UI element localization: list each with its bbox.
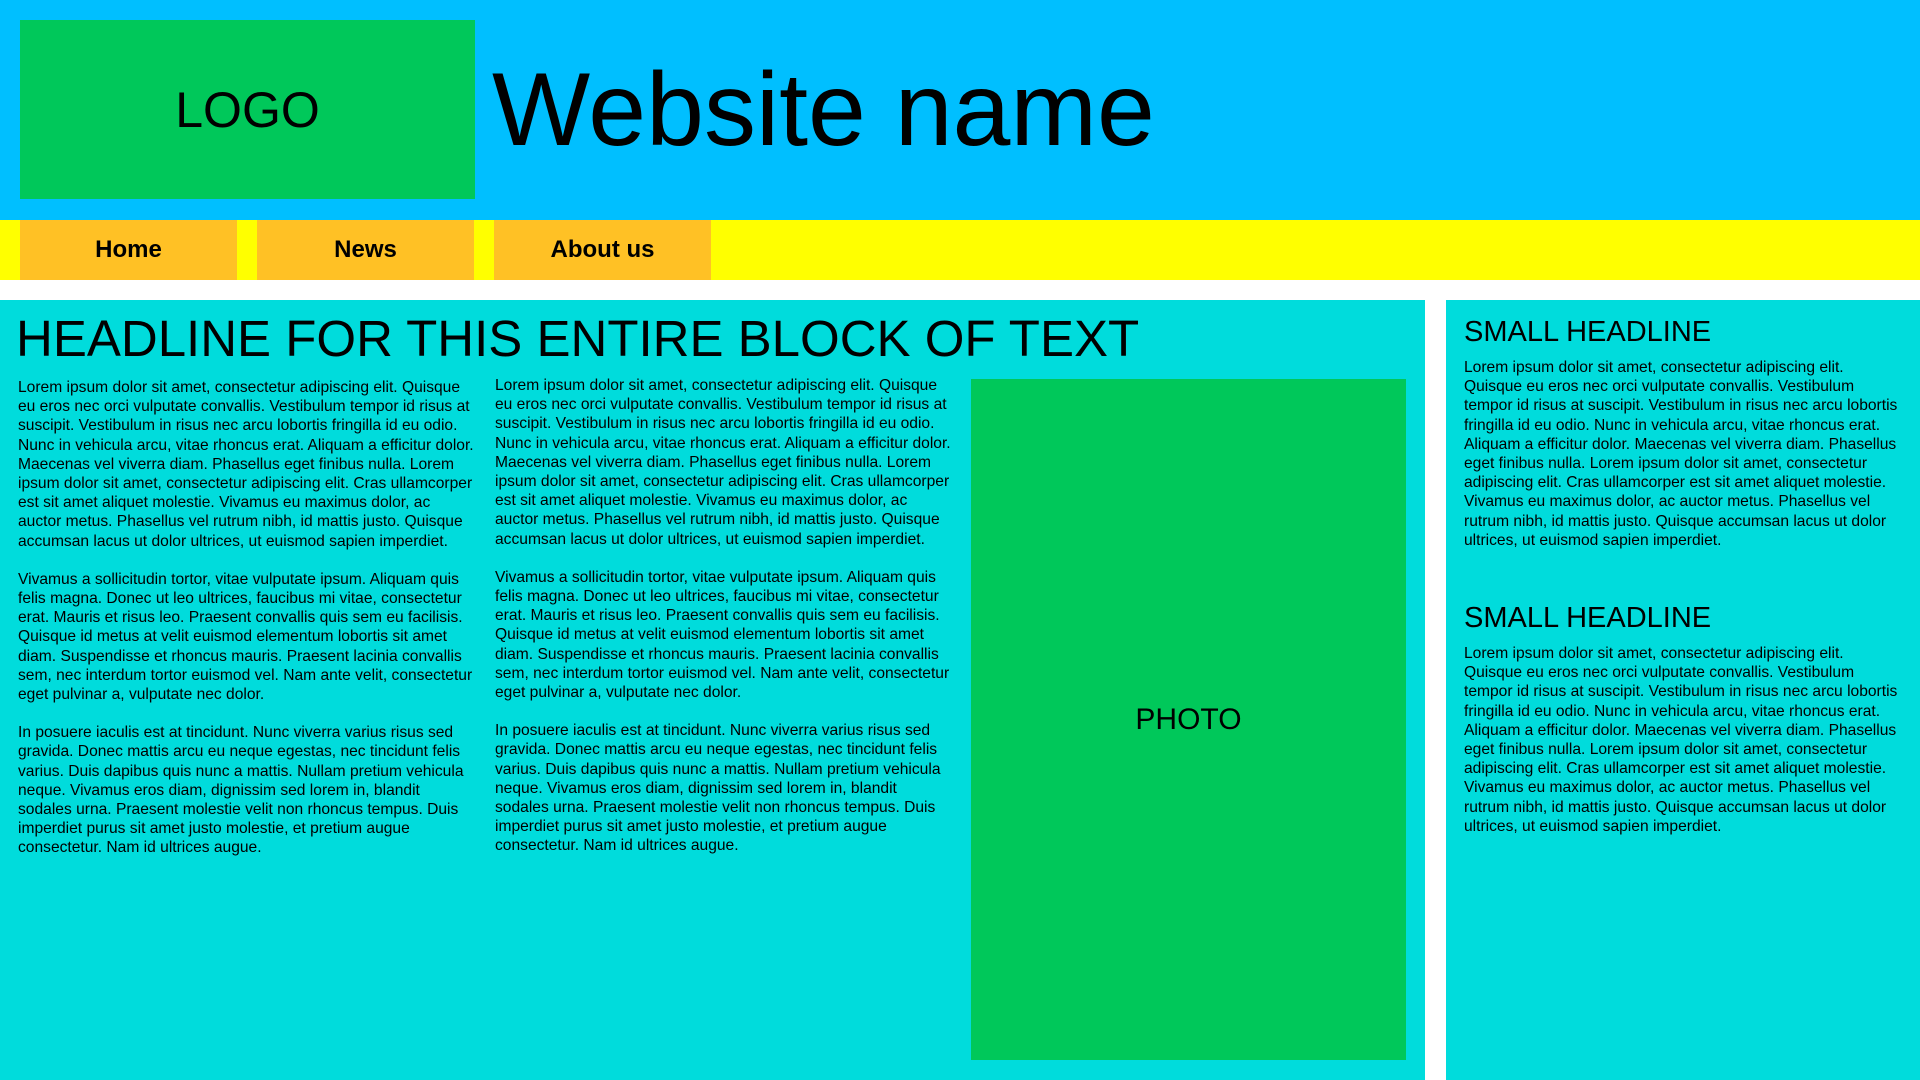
sidebar-text: Lorem ipsum dolor sit amet, consectetur …: [1464, 359, 1898, 549]
paragraph: Lorem ipsum dolor sit amet, consectetur …: [495, 377, 951, 548]
photo-placeholder: PHOTO: [971, 379, 1406, 1060]
nav-item-label: Home: [95, 236, 162, 263]
paragraph: Lorem ipsum dolor sit amet, consectetur …: [18, 379, 474, 550]
site-header: LOGO Website name: [0, 0, 1920, 220]
nav-item-label: About us: [550, 236, 655, 263]
logo[interactable]: LOGO: [20, 20, 475, 199]
paragraph: In posuere iaculis est at tincidunt. Nun…: [495, 722, 941, 855]
sidebar: SMALL HEADLINE Lorem ipsum dolor sit ame…: [1446, 300, 1920, 1080]
photo-label: PHOTO: [1135, 702, 1242, 736]
nav-item-news[interactable]: News: [257, 220, 474, 280]
paragraph: Vivamus a sollicitudin tortor, vitae vul…: [18, 570, 473, 704]
text-column-1: Lorem ipsum dolor sit amet, consectetur …: [18, 378, 476, 877]
paragraph: In posuere iaculis est at tincidunt. Nun…: [18, 724, 464, 857]
site-name: Website name: [492, 52, 1155, 168]
paragraph: Vivamus a sollicitudin tortor, vitae vul…: [495, 568, 950, 702]
logo-text: LOGO: [175, 81, 320, 138]
nav-item-home[interactable]: Home: [20, 220, 237, 280]
sidebar-headline: SMALL HEADLINE: [1464, 316, 1712, 348]
nav-item-label: News: [334, 236, 397, 263]
main-nav: Home News About us: [0, 220, 1920, 280]
sidebar-headline: SMALL HEADLINE: [1464, 602, 1712, 634]
text-column-2: Lorem ipsum dolor sit amet, consectetur …: [495, 376, 953, 875]
main-content: HEADLINE FOR THIS ENTIRE BLOCK OF TEXT L…: [0, 300, 1425, 1080]
main-headline: HEADLINE FOR THIS ENTIRE BLOCK OF TEXT: [16, 310, 1140, 367]
nav-item-about-us[interactable]: About us: [494, 220, 711, 280]
sidebar-text: Lorem ipsum dolor sit amet, consectetur …: [1464, 645, 1898, 835]
